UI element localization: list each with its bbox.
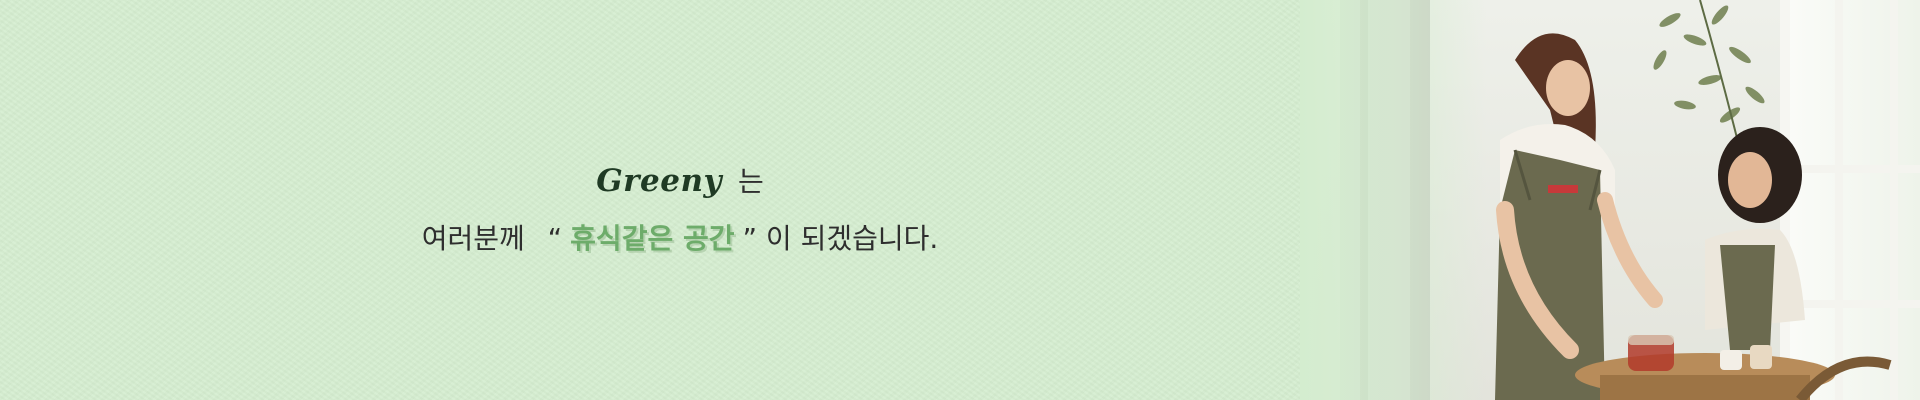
slogan: Greeny 는 여러분께 “휴식같은 공간” 이 되겠습니다.: [0, 0, 1360, 400]
slogan-prefix: 여러분께: [421, 222, 525, 255]
quote-close: ”: [742, 222, 757, 255]
slogan-highlight: 휴식같은 공간: [570, 222, 735, 255]
slogan-line-2: 여러분께 “휴식같은 공간” 이 되겠습니다.: [0, 217, 1360, 257]
slogan-line-1: Greeny 는: [0, 160, 1360, 200]
brand-name: Greeny: [596, 163, 723, 199]
cafe-photo-illustration: [1300, 0, 1920, 400]
slogan-suffix: 이 되겠습니다.: [765, 222, 939, 255]
hero-banner: Greeny 는 여러분께 “휴식같은 공간” 이 되겠습니다.: [0, 0, 1920, 400]
brand-particle: 는: [738, 165, 764, 198]
quote-open: “: [547, 222, 563, 255]
cafe-photo: [1300, 0, 1920, 400]
